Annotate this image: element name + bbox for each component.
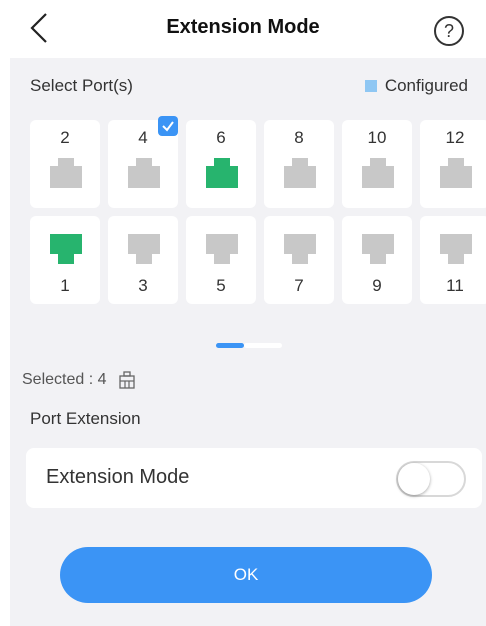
page-indicator-inactive[interactable] [244, 343, 282, 348]
port-tile[interactable]: 8 [264, 120, 334, 208]
port-number: 9 [372, 276, 382, 295]
port-tile[interactable]: 2 [30, 120, 100, 208]
port-tile[interactable]: 1 [30, 216, 100, 304]
port-number: 2 [60, 128, 70, 147]
port-tile[interactable]: 5 [186, 216, 256, 304]
ethernet-port-icon [284, 234, 316, 264]
port-tile[interactable]: 10 [342, 120, 412, 208]
port-number: 5 [216, 276, 226, 295]
building-icon [118, 371, 135, 389]
port-tile[interactable]: 11 [420, 216, 486, 304]
ethernet-port-icon [284, 158, 316, 188]
ethernet-port-icon [128, 158, 160, 188]
header: Extension Mode ? [0, 0, 486, 58]
ethernet-port-icon [440, 158, 472, 188]
checkmark-icon [158, 116, 178, 136]
port-tile[interactable]: 4 [108, 116, 178, 208]
port-tile[interactable]: 12 [420, 120, 486, 208]
page-title: Extension Mode [166, 16, 320, 38]
selected-summary: Selected : 4 [22, 370, 137, 390]
port-number: 1 [60, 276, 70, 295]
ethernet-port-icon [206, 234, 238, 264]
port-number: 8 [294, 128, 304, 147]
port-number: 12 [445, 128, 465, 147]
page-indicator [216, 343, 284, 348]
ethernet-port-icon [362, 158, 394, 188]
ethernet-port-icon [50, 234, 82, 264]
port-tile[interactable]: 7 [264, 216, 334, 304]
content-area: Select Port(s) Configured 2 4 6 8 10 12 1 3 5 7 9 1… [10, 58, 486, 626]
ethernet-port-icon [440, 234, 472, 264]
port-tile[interactable]: 6 [186, 120, 256, 208]
port-number: 10 [367, 128, 387, 147]
extension-mode-toggle[interactable] [396, 461, 466, 497]
ethernet-port-icon [128, 234, 160, 264]
page-indicator-active [216, 343, 244, 348]
ethernet-port-icon [50, 158, 82, 188]
select-ports-label: Select Port(s) [30, 76, 133, 95]
ethernet-port-icon [206, 158, 238, 188]
port-number: 11 [446, 276, 464, 295]
port-tile[interactable]: 3 [108, 216, 178, 304]
port-number: 7 [294, 276, 304, 295]
question-circle-icon: ? [443, 20, 454, 41]
port-number: 6 [216, 128, 226, 147]
toggle-knob [398, 463, 430, 495]
extension-mode-row: Extension Mode [26, 448, 482, 508]
ethernet-port-icon [362, 234, 394, 264]
ok-button[interactable]: OK [60, 547, 432, 603]
port-number: 3 [138, 276, 148, 295]
legend-label: Configured [384, 76, 468, 95]
selected-count: Selected : 4 [22, 371, 107, 388]
port-extension-label: Port Extension [30, 409, 141, 428]
help-button[interactable]: ? [434, 16, 464, 46]
legend: Configured [364, 76, 468, 96]
port-tile[interactable]: 9 [342, 216, 412, 304]
extension-mode-label: Extension Mode [46, 466, 190, 488]
configured-swatch [364, 80, 377, 92]
